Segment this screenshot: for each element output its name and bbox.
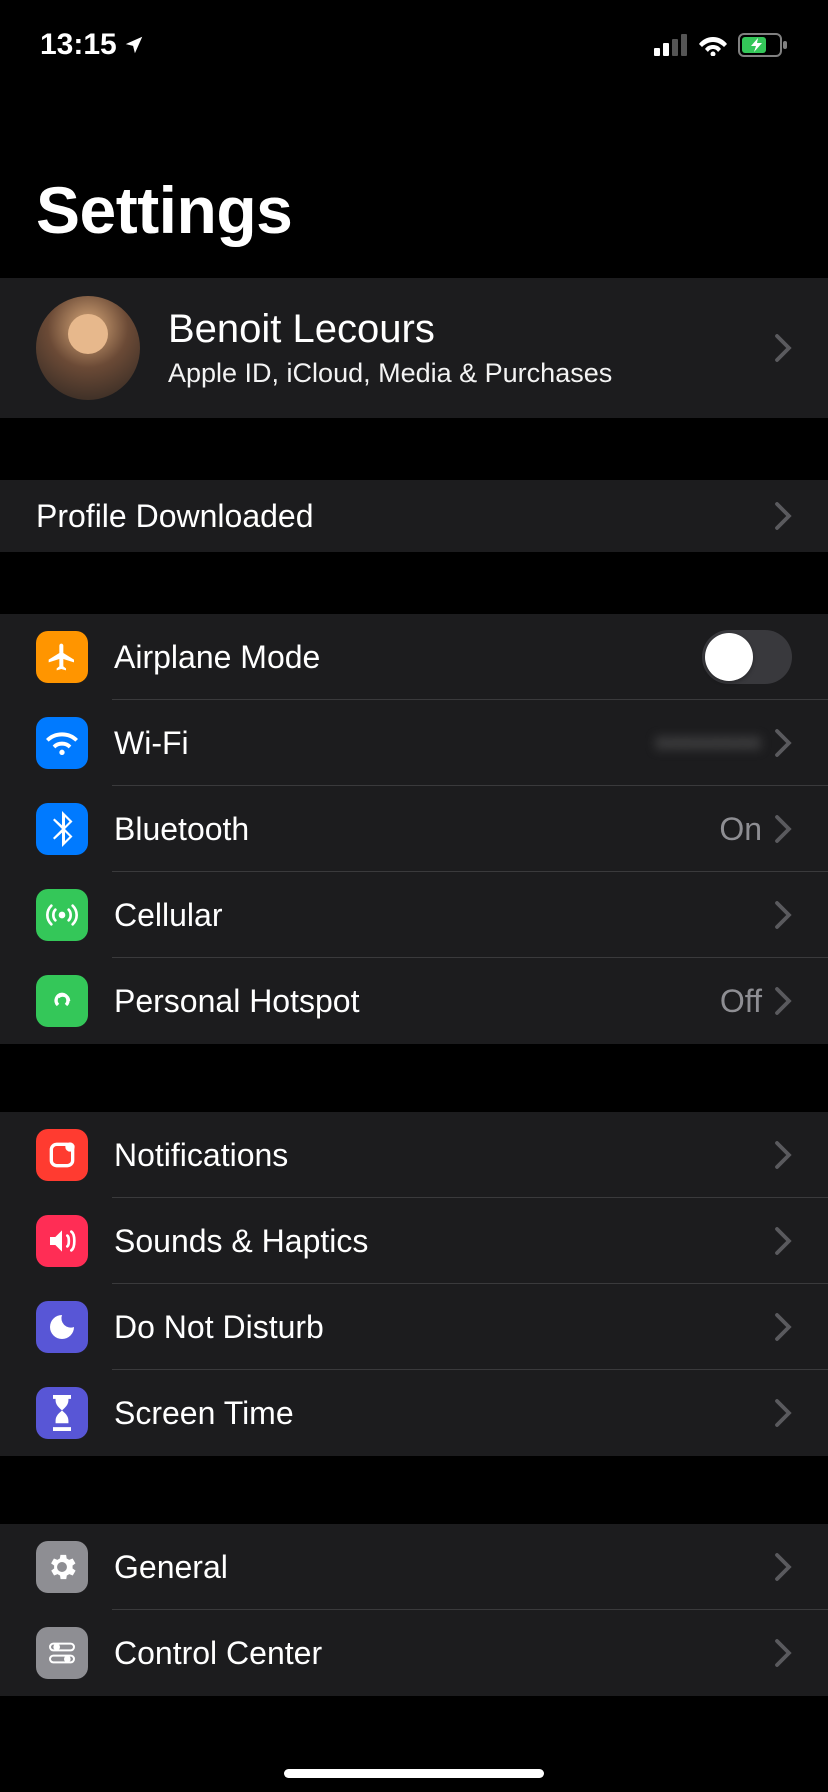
chevron-right-icon <box>774 1552 792 1582</box>
screentime-row[interactable]: Screen Time <box>0 1370 828 1456</box>
profile-downloaded-section: Profile Downloaded <box>0 480 828 552</box>
dnd-label: Do Not Disturb <box>114 1309 774 1346</box>
avatar <box>36 296 140 400</box>
general-icon <box>36 1541 88 1593</box>
bluetooth-row[interactable]: BluetoothOn <box>0 786 828 872</box>
settings-group: General Control Center <box>0 1524 828 1696</box>
dnd-row[interactable]: Do Not Disturb <box>0 1284 828 1370</box>
chevron-right-icon <box>774 1312 792 1342</box>
chevron-right-icon <box>774 501 792 531</box>
cellular-signal-icon <box>654 34 688 56</box>
dnd-icon <box>36 1301 88 1353</box>
screentime-label: Screen Time <box>114 1395 774 1432</box>
bluetooth-label: Bluetooth <box>114 811 719 848</box>
status-bar: 13:15 <box>0 0 828 72</box>
sounds-row[interactable]: Sounds & Haptics <box>0 1198 828 1284</box>
bluetooth-icon <box>36 803 88 855</box>
clock: 13:15 <box>40 28 117 62</box>
notifications-label: Notifications <box>114 1137 774 1174</box>
chevron-right-icon <box>774 900 792 930</box>
controlcenter-row[interactable]: Control Center <box>0 1610 828 1696</box>
settings-group: Notifications Sounds & Haptics Do Not Dist… <box>0 1112 828 1456</box>
cellular-label: Cellular <box>114 897 774 934</box>
chevron-right-icon <box>774 1140 792 1170</box>
profile-text: Benoit Lecours Apple ID, iCloud, Media &… <box>168 307 774 389</box>
hotspot-row[interactable]: Personal HotspotOff <box>0 958 828 1044</box>
controlcenter-label: Control Center <box>114 1635 774 1672</box>
battery-icon <box>738 33 788 57</box>
controlcenter-icon <box>36 1627 88 1679</box>
airplane-toggle[interactable] <box>702 630 792 684</box>
wifi-status-icon <box>698 34 728 56</box>
bluetooth-value: On <box>719 811 762 848</box>
profile-section: Benoit Lecours Apple ID, iCloud, Media &… <box>0 278 828 418</box>
screentime-icon <box>36 1387 88 1439</box>
settings-group: Airplane ModeWi-Fi••••••••BluetoothOnCel… <box>0 614 828 1044</box>
profile-downloaded-row[interactable]: Profile Downloaded <box>0 480 828 552</box>
airplane-label: Airplane Mode <box>114 639 702 676</box>
chevron-right-icon <box>774 986 792 1016</box>
hotspot-label: Personal Hotspot <box>114 983 720 1020</box>
chevron-right-icon <box>774 1226 792 1256</box>
chevron-right-icon <box>774 333 792 363</box>
chevron-right-icon <box>774 1398 792 1428</box>
sounds-label: Sounds & Haptics <box>114 1223 774 1260</box>
status-right <box>654 33 788 57</box>
home-indicator[interactable] <box>284 1769 544 1778</box>
sounds-icon <box>36 1215 88 1267</box>
status-left: 13:15 <box>40 28 145 62</box>
profile-subtitle: Apple ID, iCloud, Media & Purchases <box>168 358 774 389</box>
hotspot-value: Off <box>720 983 762 1020</box>
cellular-row[interactable]: Cellular <box>0 872 828 958</box>
profile-name: Benoit Lecours <box>168 307 774 352</box>
airplane-icon <box>36 631 88 683</box>
page-title: Settings <box>0 72 828 278</box>
location-icon <box>123 34 145 56</box>
chevron-right-icon <box>774 728 792 758</box>
hotspot-icon <box>36 975 88 1027</box>
wifi-label: Wi-Fi <box>114 725 656 762</box>
apple-id-row[interactable]: Benoit Lecours Apple ID, iCloud, Media &… <box>0 278 828 418</box>
wifi-row[interactable]: Wi-Fi•••••••• <box>0 700 828 786</box>
notifications-row[interactable]: Notifications <box>0 1112 828 1198</box>
chevron-right-icon <box>774 1638 792 1668</box>
chevron-right-icon <box>774 814 792 844</box>
wifi-value: •••••••• <box>656 725 762 762</box>
wifi-icon <box>36 717 88 769</box>
cellular-icon <box>36 889 88 941</box>
general-label: General <box>114 1549 774 1586</box>
airplane-row[interactable]: Airplane Mode <box>0 614 828 700</box>
notifications-icon <box>36 1129 88 1181</box>
profile-downloaded-label: Profile Downloaded <box>36 498 774 535</box>
general-row[interactable]: General <box>0 1524 828 1610</box>
